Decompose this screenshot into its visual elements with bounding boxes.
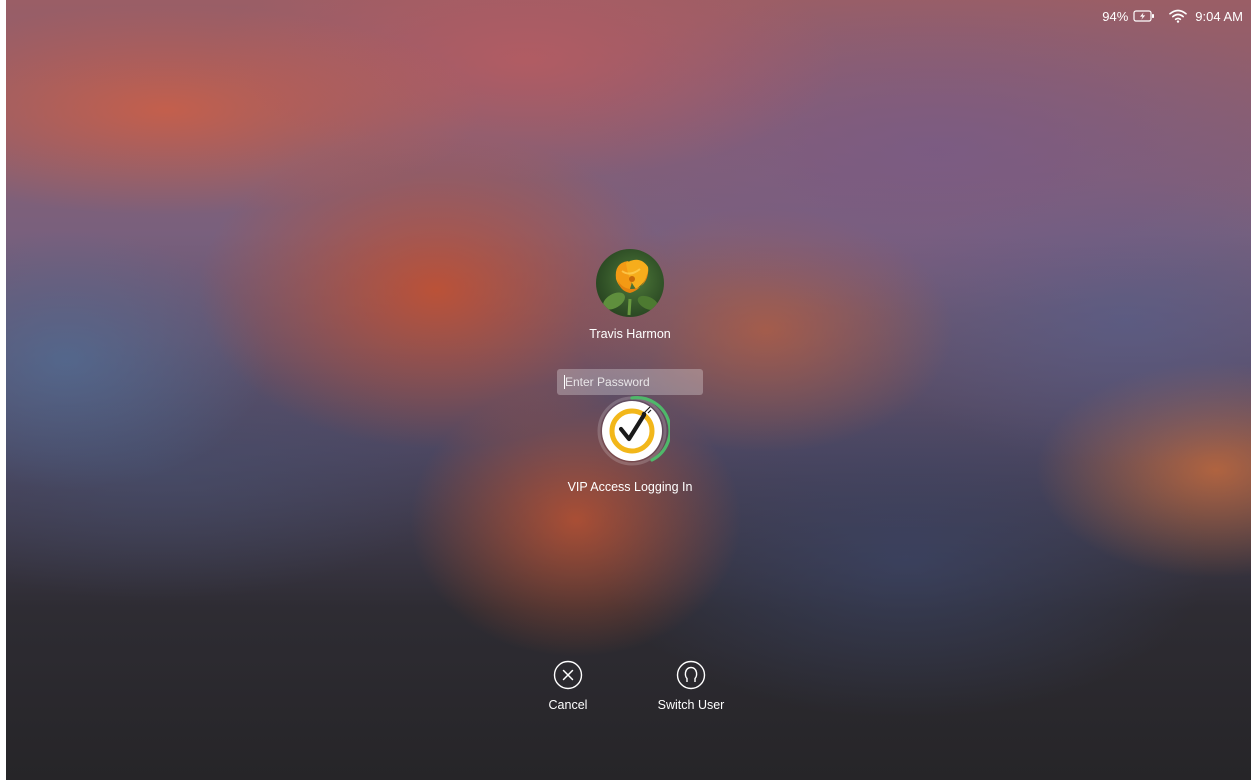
user-circle-icon [676, 660, 706, 690]
battery-charging-icon [1133, 10, 1155, 22]
vip-status-text: VIP Access Logging In [567, 480, 693, 494]
orange-poppy-flower-avatar [603, 259, 659, 316]
status-bar: 94% 9:04 AM [1102, 7, 1243, 25]
password-field[interactable] [557, 369, 703, 395]
close-circle-icon [553, 660, 583, 690]
user-name: Travis Harmon [589, 327, 671, 341]
cancel-label: Cancel [548, 698, 588, 712]
user-avatar[interactable] [596, 249, 664, 317]
text-caret [564, 375, 565, 389]
lock-screen: 94% 9:04 AM Travis Harmon VIP Access Log… [6, 0, 1251, 780]
clock: 9:04 AM [1195, 8, 1243, 24]
vip-access-checkmark-icon [597, 396, 670, 466]
switch-user-label: Switch User [657, 698, 725, 712]
battery-percentage: 94% [1102, 8, 1129, 24]
wifi-icon [1169, 9, 1188, 23]
password-input[interactable] [557, 369, 703, 395]
switch-user-button[interactable]: Switch User [641, 660, 741, 712]
cancel-button[interactable]: Cancel [518, 660, 618, 712]
vip-access-icon [594, 393, 670, 469]
